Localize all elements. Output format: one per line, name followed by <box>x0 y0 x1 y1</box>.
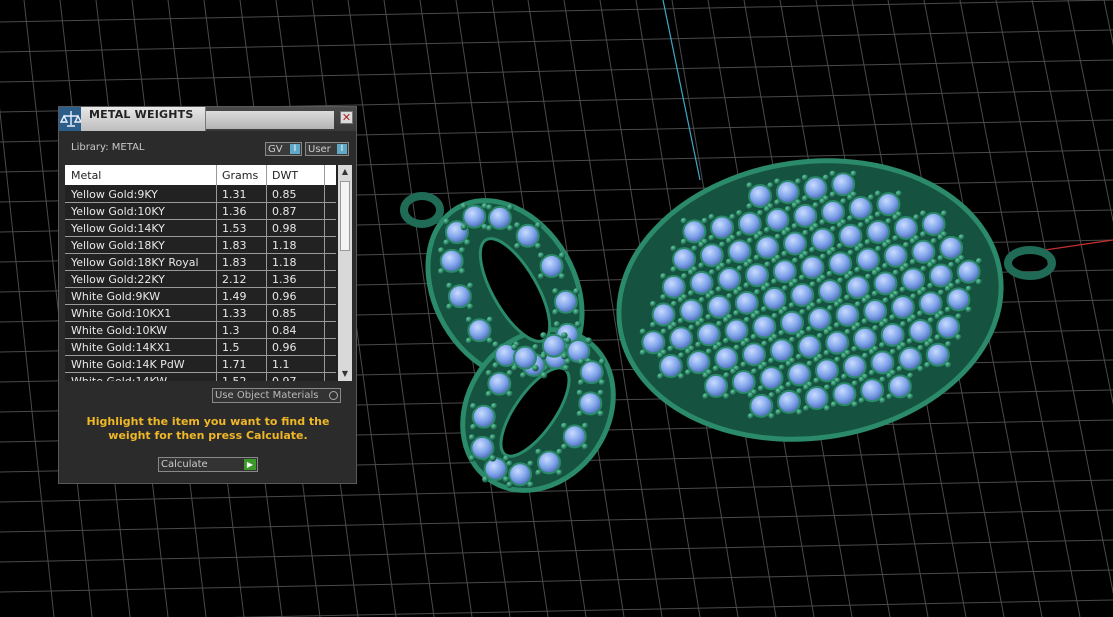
table-row[interactable]: White Gold:14K PdW 1.71 1.1 <box>65 356 336 373</box>
header-metal[interactable]: Metal <box>71 169 101 182</box>
metal-cell: Yellow Gold:14KY <box>71 222 165 235</box>
table-row[interactable]: Yellow Gold:18KY Royal 1.83 1.18 <box>65 254 336 271</box>
table-row[interactable]: Yellow Gold:18KY 1.83 1.18 <box>65 237 336 254</box>
table-row[interactable]: Yellow Gold:14KY 1.53 0.98 <box>65 220 336 237</box>
use-object-materials-label: Use Object Materials <box>215 390 319 401</box>
grams-cell: 1.52 <box>222 375 247 381</box>
table-header: Metal Grams DWT <box>65 165 336 185</box>
table-row[interactable]: White Gold:14KW 1.52 0.97 <box>65 373 336 381</box>
dwt-cell: 1.36 <box>272 273 297 286</box>
dwt-cell: 0.85 <box>272 307 297 320</box>
table-scrollbar[interactable]: ▲ ▼ <box>338 165 352 381</box>
panel-title-tab: METAL WEIGHTS <box>81 107 206 131</box>
grams-cell: 1.36 <box>222 205 247 218</box>
grams-cell: 1.3 <box>222 324 240 337</box>
metal-cell: Yellow Gold:10KY <box>71 205 165 218</box>
gv-toggle[interactable]: GV I <box>265 142 302 156</box>
pendant-model[interactable] <box>397 137 1056 520</box>
grams-cell: 1.5 <box>222 341 240 354</box>
calculate-button[interactable]: Calculate ▶ <box>158 457 258 472</box>
user-toggle-knob: I <box>337 144 347 154</box>
dwt-cell: 0.96 <box>272 290 297 303</box>
scroll-up-icon[interactable]: ▲ <box>338 165 352 179</box>
user-toggle-label: User <box>308 144 331 155</box>
grams-cell: 1.31 <box>222 188 247 201</box>
y-axis-line <box>662 0 701 181</box>
right-bail-loop <box>1004 246 1056 280</box>
metal-cell: White Gold:14KX1 <box>71 341 172 354</box>
table-row[interactable]: White Gold:9KW 1.49 0.96 <box>65 288 336 305</box>
metal-cell: White Gold:10KW <box>71 324 168 337</box>
metal-cell: Yellow Gold:9KY <box>71 188 158 201</box>
table-row[interactable]: White Gold:10KX1 1.33 0.85 <box>65 305 336 322</box>
user-toggle[interactable]: User I <box>305 142 349 156</box>
dwt-cell: 0.84 <box>272 324 297 337</box>
header-dwt[interactable]: DWT <box>272 169 298 182</box>
grams-cell: 1.71 <box>222 358 247 371</box>
gv-toggle-label: GV <box>268 144 283 155</box>
dwt-cell: 1.18 <box>272 256 297 269</box>
table-row[interactable]: Yellow Gold:9KY 1.31 0.85 <box>65 186 336 203</box>
close-icon: ✕ <box>341 111 352 124</box>
grams-cell: 2.12 <box>222 273 247 286</box>
play-arrow-icon: ▶ <box>244 459 256 470</box>
dwt-cell: 0.97 <box>272 375 297 381</box>
scroll-thumb[interactable] <box>340 181 350 251</box>
metal-cell: White Gold:14KW <box>71 375 167 381</box>
table-row[interactable]: White Gold:10KW 1.3 0.84 <box>65 322 336 339</box>
metal-cell: White Gold:10KX1 <box>71 307 172 320</box>
left-bail-loop <box>400 192 444 228</box>
metal-cell: White Gold:14K PdW <box>71 358 185 371</box>
dwt-cell: 0.85 <box>272 188 297 201</box>
dwt-cell: 1.1 <box>272 358 290 371</box>
grams-cell: 1.49 <box>222 290 247 303</box>
gv-toggle-knob: I <box>290 144 300 154</box>
grams-cell: 1.83 <box>222 239 247 252</box>
titlebar-spacer <box>206 111 334 129</box>
instructions-text: Highlight the item you want to find the … <box>86 415 330 442</box>
library-label: Library: METAL <box>71 142 145 153</box>
panel-titlebar[interactable]: METAL WEIGHTS ✕ <box>59 107 356 131</box>
scale-logo-icon <box>59 107 83 131</box>
close-button[interactable]: ✕ <box>340 111 353 124</box>
use-object-materials-option[interactable]: Use Object Materials <box>212 388 341 403</box>
dwt-cell: 0.87 <box>272 205 297 218</box>
header-grams[interactable]: Grams <box>222 169 258 182</box>
dwt-cell: 0.96 <box>272 341 297 354</box>
metal-weights-panel: METAL WEIGHTS ✕ Library: METAL GV I User… <box>58 106 357 484</box>
grams-cell: 1.83 <box>222 256 247 269</box>
panel-title: METAL WEIGHTS <box>89 108 194 121</box>
metal-weights-table: Metal Grams DWT Yellow Gold:9KY 1.31 0.85 Y… <box>65 165 352 381</box>
grams-cell: 1.33 <box>222 307 247 320</box>
dwt-cell: 1.18 <box>272 239 297 252</box>
table-row[interactable]: White Gold:14KX1 1.5 0.96 <box>65 339 336 356</box>
dwt-cell: 0.98 <box>272 222 297 235</box>
scroll-down-icon[interactable]: ▼ <box>338 367 352 381</box>
metal-cell: White Gold:9KW <box>71 290 161 303</box>
radio-icon <box>329 391 338 400</box>
metal-cell: Yellow Gold:18KY <box>71 239 165 252</box>
grams-cell: 1.53 <box>222 222 247 235</box>
table-body: Yellow Gold:9KY 1.31 0.85 Yellow Gold:10KY 1… <box>65 186 336 381</box>
metal-cell: Yellow Gold:22KY <box>71 273 165 286</box>
table-row[interactable]: Yellow Gold:10KY 1.36 0.87 <box>65 203 336 220</box>
metal-cell: Yellow Gold:18KY Royal <box>71 256 199 269</box>
table-row[interactable]: Yellow Gold:22KY 2.12 1.36 <box>65 271 336 288</box>
calculate-label: Calculate <box>161 459 208 470</box>
